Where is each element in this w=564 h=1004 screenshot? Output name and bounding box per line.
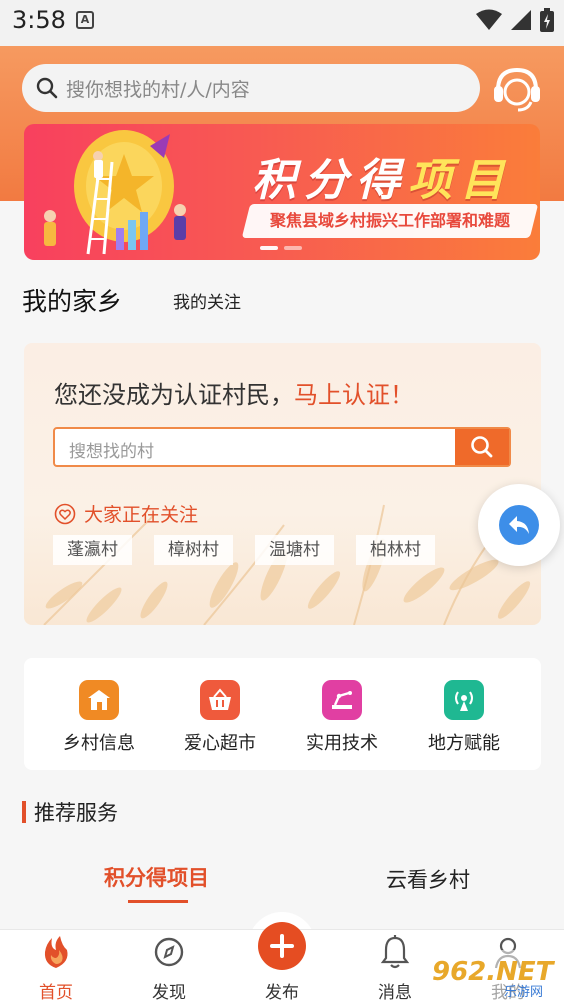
verify-now-link[interactable]: 马上认证！ (294, 381, 414, 409)
quick-actions-panel: 乡村信息 爱心超市 实用技术 地方赋能 (24, 658, 541, 770)
floating-back-button[interactable] (478, 484, 560, 566)
watermark-text-sub: 乐游网 (504, 985, 543, 1000)
plus-icon (270, 934, 294, 958)
wifi-icon (476, 9, 502, 30)
nav-discover-label: 发现 (152, 983, 186, 1003)
status-icons (476, 8, 554, 32)
status-bar: 3:58 A (0, 0, 564, 46)
battery-icon (540, 8, 554, 32)
village-search-button[interactable] (455, 429, 509, 465)
tab-cloud-village[interactable]: 云看乡村 (386, 864, 470, 894)
notification-icon: A (76, 11, 94, 29)
trending-title: 大家正在关注 (84, 504, 199, 526)
quick-action-label: 乡村信息 (63, 733, 135, 754)
machine-icon (322, 680, 362, 720)
search-icon (471, 436, 493, 458)
nav-publish-label: 发布 (265, 983, 299, 1003)
compass-icon (154, 937, 184, 967)
quick-action-label: 地方赋能 (428, 733, 500, 754)
recommend-section-header: 推荐服务 (22, 797, 118, 827)
quick-action-charity-market[interactable]: 爱心超市 (160, 680, 280, 755)
customer-service-icon[interactable] (490, 62, 544, 116)
tab-points-projects[interactable]: 积分得项目 (104, 862, 209, 892)
village-chip[interactable]: 樟树村 (154, 535, 233, 565)
signal-tower-icon (444, 680, 484, 720)
village-chip[interactable]: 蓬瀛村 (53, 535, 132, 565)
village-chips: 蓬瀛村 樟树村 温塘村 柏林村 (53, 535, 457, 565)
quick-action-local-empower[interactable]: 地方赋能 (404, 680, 524, 755)
quick-action-label: 实用技术 (306, 733, 378, 754)
verify-prompt: 您还没成为认证村民，马上认证！ (54, 375, 414, 410)
quick-action-village-info[interactable]: 乡村信息 (39, 680, 159, 755)
quick-action-label: 爱心超市 (184, 733, 256, 754)
search-icon (36, 77, 58, 99)
banner-dot (284, 246, 302, 250)
tab-my-hometown[interactable]: 我的家乡 (22, 282, 122, 318)
house-icon (79, 680, 119, 720)
verify-prompt-text: 您还没成为认证村民， (54, 381, 294, 409)
section-accent-bar (22, 801, 26, 823)
village-search-input[interactable]: 搜想找的村 (53, 427, 511, 467)
watermark-logo: 962.NET 乐游网 (424, 950, 560, 1000)
status-time: 3:58 (12, 6, 66, 34)
promo-banner[interactable]: 积分得项目 聚焦县域乡村振兴工作部署和难题 (24, 124, 540, 260)
cellular-signal-icon (511, 10, 531, 30)
village-search-placeholder: 搜想找的村 (69, 442, 154, 462)
banner-dot-active (260, 246, 278, 250)
banner-pagination (260, 246, 302, 250)
basket-icon (200, 680, 240, 720)
active-tab-indicator (128, 900, 188, 903)
reply-icon-bg (499, 505, 539, 545)
banner-title: 积分得项目 (252, 144, 512, 208)
home-flame-icon (44, 936, 68, 968)
verify-card: 您还没成为认证村民，马上认证！ 搜想找的村 大家正在关注 蓬瀛村 樟树村 温塘村… (24, 343, 541, 625)
village-chip[interactable]: 柏林村 (356, 535, 435, 565)
village-chip[interactable]: 温塘村 (255, 535, 334, 565)
trending-header: 大家正在关注 (54, 500, 198, 527)
banner-subtitle: 聚焦县域乡村振兴工作部署和难题 (270, 211, 511, 230)
quick-action-practical-tech[interactable]: 实用技术 (282, 680, 402, 755)
banner-subtitle-box: 聚焦县域乡村振兴工作部署和难题 (241, 204, 539, 238)
watermark-text-main: 962.NET (432, 957, 556, 987)
publish-button[interactable] (258, 922, 306, 970)
banner-title-part1: 积分得 (252, 155, 408, 206)
reply-icon (509, 516, 529, 534)
nav-home-label: 首页 (39, 983, 73, 1003)
bell-icon (380, 935, 410, 969)
global-search-placeholder: 搜你想找的村/人/内容 (66, 78, 250, 101)
banner-title-part2: 项目 (408, 155, 512, 206)
global-search-input[interactable]: 搜你想找的村/人/内容 (22, 64, 480, 112)
tab-my-follow[interactable]: 我的关注 (173, 288, 241, 313)
nav-messages-label: 消息 (378, 983, 412, 1003)
recommend-title: 推荐服务 (34, 801, 118, 825)
heart-icon (54, 503, 76, 524)
banner-illustration (44, 130, 186, 255)
